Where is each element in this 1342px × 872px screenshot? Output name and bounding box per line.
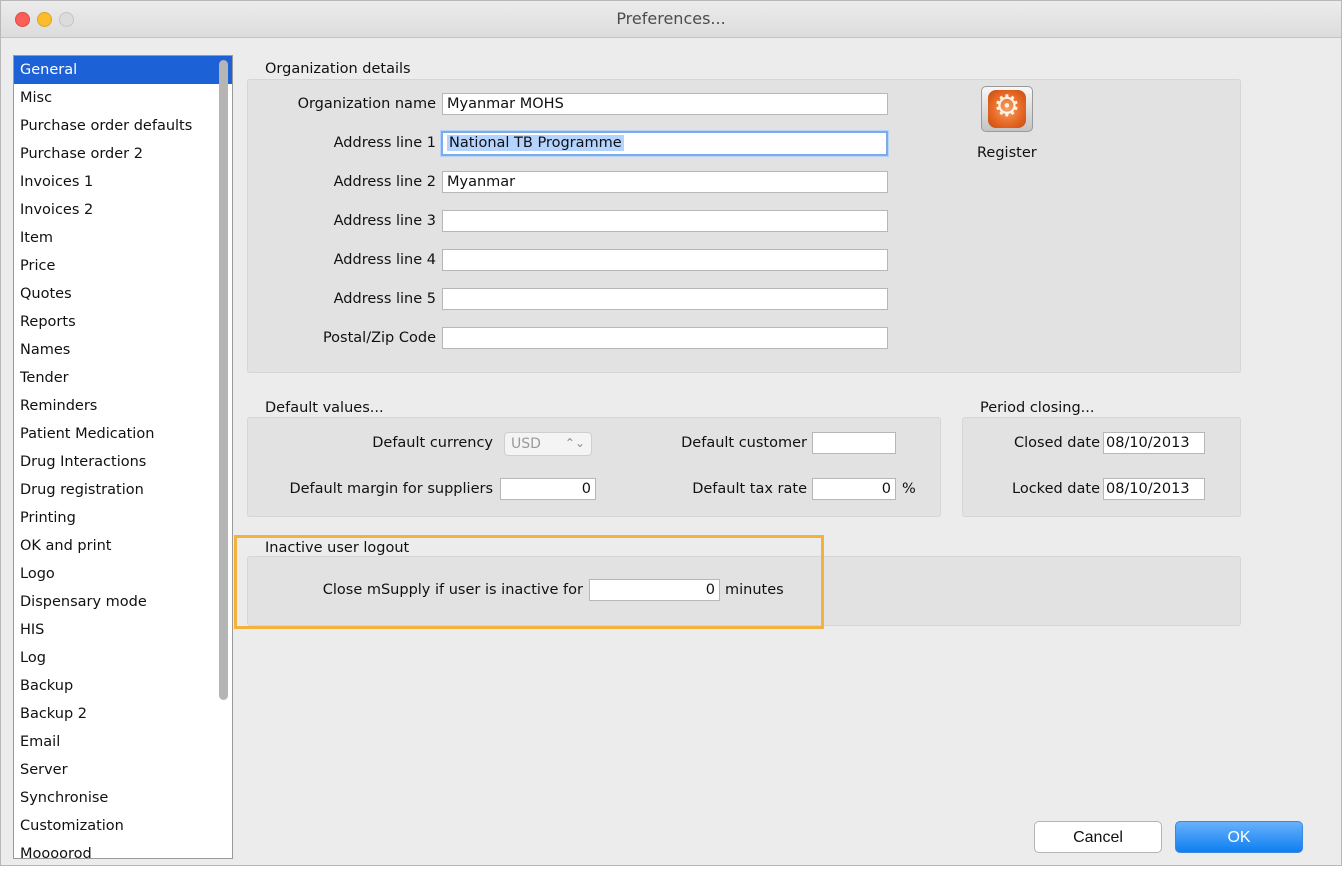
sidebar-item-quotes[interactable]: Quotes	[14, 280, 232, 308]
sidebar-item-reminders[interactable]: Reminders	[14, 392, 232, 420]
address-line-3-field[interactable]	[442, 210, 888, 232]
sidebar-item-purchase-order-defaults[interactable]: Purchase order defaults	[14, 112, 232, 140]
default-currency-label: Default currency	[372, 435, 493, 451]
chevron-updown-icon: ⌃⌄	[564, 436, 585, 450]
address-line-1-label: Address line 1	[333, 135, 436, 151]
address-line-5-field[interactable]	[442, 288, 888, 310]
sidebar-item-printing[interactable]: Printing	[14, 504, 232, 532]
default-customer-label: Default customer	[681, 435, 807, 451]
address-line-2-label: Address line 2	[333, 174, 436, 190]
sidebar-item-his[interactable]: HIS	[14, 616, 232, 644]
period-closing-section-title: Period closing...	[980, 400, 1095, 416]
annotation-highlight-box	[234, 535, 824, 629]
closed-date-label: Closed date	[1013, 435, 1100, 451]
sidebar-item-names[interactable]: Names	[14, 336, 232, 364]
address-line-1-field[interactable]: National TB Programme	[441, 131, 888, 156]
default-currency-value: USD	[511, 436, 541, 452]
locked-date-field[interactable]: 08/10/2013	[1103, 478, 1205, 500]
sidebar-item-log[interactable]: Log	[14, 644, 232, 672]
default-tax-rate-label: Default tax rate	[692, 481, 807, 497]
address-line-4-label: Address line 4	[333, 252, 436, 268]
postal-code-label: Postal/Zip Code	[322, 330, 436, 346]
sidebar-item-reports[interactable]: Reports	[14, 308, 232, 336]
default-margin-label: Default margin for suppliers	[289, 481, 493, 497]
sidebar-item-backup-2[interactable]: Backup 2	[14, 700, 232, 728]
sidebar-item-ok-and-print[interactable]: OK and print	[14, 532, 232, 560]
sidebar-item-backup[interactable]: Backup	[14, 672, 232, 700]
ok-button[interactable]: OK	[1175, 821, 1303, 853]
sidebar-item-price[interactable]: Price	[14, 252, 232, 280]
sidebar-item-dispensary-mode[interactable]: Dispensary mode	[14, 588, 232, 616]
postal-code-field[interactable]	[442, 327, 888, 349]
register-label[interactable]: Register	[977, 145, 1037, 161]
preferences-window: Preferences... General Misc Purchase order…	[0, 0, 1342, 866]
default-customer-field[interactable]	[812, 432, 896, 454]
sidebar-item-moooorod[interactable]: Moooorod	[14, 840, 232, 858]
organization-name-label: Organization name	[297, 96, 436, 112]
sidebar-item-invoices-1[interactable]: Invoices 1	[14, 168, 232, 196]
sidebar-item-server[interactable]: Server	[14, 756, 232, 784]
sidebar-item-synchronise[interactable]: Synchronise	[14, 784, 232, 812]
tax-percent-unit: %	[902, 481, 916, 497]
address-line-2-field[interactable]: Myanmar	[442, 171, 888, 193]
sidebar-item-item[interactable]: Item	[14, 224, 232, 252]
sidebar-scrollbar[interactable]	[219, 60, 228, 700]
address-line-3-label: Address line 3	[333, 213, 436, 229]
sidebar-item-tender[interactable]: Tender	[14, 364, 232, 392]
cancel-button[interactable]: Cancel	[1034, 821, 1162, 853]
gear-icon: ⚙	[993, 89, 1021, 124]
sidebar-item-customization[interactable]: Customization	[14, 812, 232, 840]
sidebar-item-logo[interactable]: Logo	[14, 560, 232, 588]
sidebar-item-patient-medication[interactable]: Patient Medication	[14, 420, 232, 448]
sidebar-item-drug-interactions[interactable]: Drug Interactions	[14, 448, 232, 476]
address-line-5-label: Address line 5	[333, 291, 436, 307]
sidebar-item-general[interactable]: General	[14, 56, 232, 84]
title-bar: Preferences...	[1, 1, 1341, 38]
sidebar-item-email[interactable]: Email	[14, 728, 232, 756]
address-line-1-selected-text: National TB Programme	[447, 135, 624, 151]
sidebar-item-drug-registration[interactable]: Drug registration	[14, 476, 232, 504]
closed-date-field[interactable]: 08/10/2013	[1103, 432, 1205, 454]
register-button[interactable]: ⚙	[981, 86, 1033, 132]
sidebar-item-misc[interactable]: Misc	[14, 84, 232, 112]
address-line-4-field[interactable]	[442, 249, 888, 271]
organization-name-field[interactable]: Myanmar MOHS	[442, 93, 888, 115]
default-margin-field[interactable]: 0	[500, 478, 596, 500]
organization-section-title: Organization details	[265, 61, 411, 77]
default-tax-rate-field[interactable]: 0	[812, 478, 896, 500]
preferences-category-list[interactable]: General Misc Purchase order defaults Purcha…	[13, 55, 233, 859]
sidebar-item-invoices-2[interactable]: Invoices 2	[14, 196, 232, 224]
sidebar-item-purchase-order-2[interactable]: Purchase order 2	[14, 140, 232, 168]
locked-date-label: Locked date	[1012, 481, 1100, 497]
default-values-section-title: Default values...	[265, 400, 384, 416]
default-currency-select[interactable]: USD ⌃⌄	[504, 432, 592, 456]
window-title: Preferences...	[616, 9, 726, 28]
